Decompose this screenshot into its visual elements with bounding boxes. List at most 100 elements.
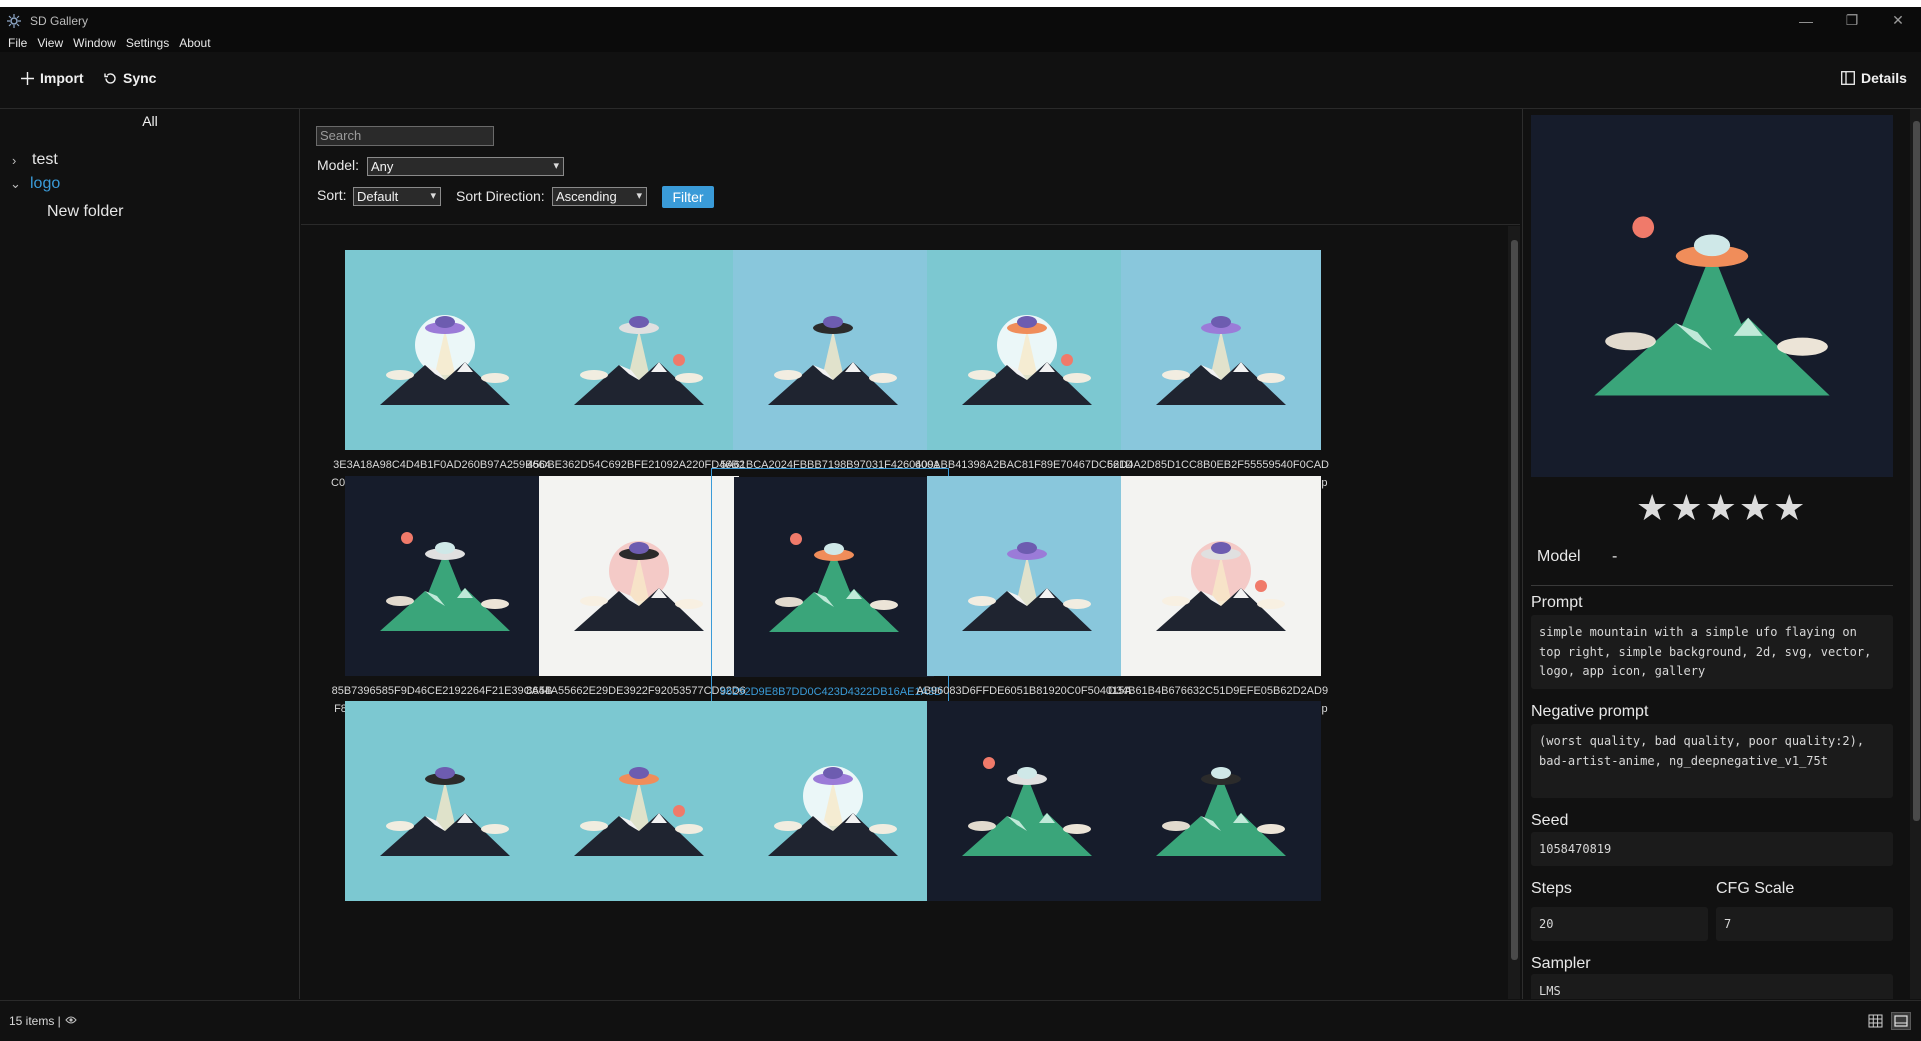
thumbnail-art [927,476,1127,676]
thumbnail-art [734,477,934,677]
thumbnail-image[interactable] [539,701,739,901]
menu-window[interactable]: Window [73,36,116,50]
refresh-icon [104,72,116,84]
cfg-scale-field[interactable]: 7 [1716,907,1893,941]
divider [1531,585,1893,586]
sync-button[interactable]: Sync [104,70,156,86]
negative-prompt-label: Negative prompt [1531,703,1649,720]
search-input[interactable]: Search [316,126,494,146]
prompt-label: Prompt [1531,594,1583,611]
seed-label: Seed [1531,812,1569,829]
folder-label: test [32,151,58,168]
sampler-field[interactable]: LMS [1531,974,1893,999]
steps-field[interactable]: 20 [1531,907,1708,941]
thumbnail-image[interactable] [927,476,1127,676]
negative-prompt-field[interactable]: (worst quality, bad quality, poor qualit… [1531,724,1893,798]
thumbnail-image[interactable] [927,250,1127,450]
details-toggle-button[interactable]: Details [1841,70,1907,86]
app-window: SD Gallery — ❐ ✕ File View Window Settin… [0,0,1921,1041]
model-label: Model [1537,548,1581,565]
plus-icon [21,71,34,85]
thumbnail-art [927,701,1127,901]
sampler-label: Sampler [1531,955,1591,972]
window-controls: — ❐ ✕ [1783,7,1921,34]
thumbnail-image[interactable] [1121,250,1321,450]
eye-icon[interactable] [65,1015,77,1025]
title-bar: SD Gallery — ❐ ✕ [0,7,1921,34]
thumbnail-art [733,701,933,901]
thumbnail-image[interactable] [733,250,933,450]
details-panel: ★★★★★ Model - Prompt simple mountain wit… [1522,109,1921,999]
prompt-field[interactable]: simple mountain with a simple ufo flayin… [1531,615,1893,689]
thumbnail-art [539,476,739,676]
import-button[interactable]: Import [21,70,84,86]
restore-button[interactable]: ❐ [1829,7,1875,34]
details-scroll-thumb[interactable] [1913,121,1920,821]
thumbnail-art [345,476,545,676]
menu-settings[interactable]: Settings [126,36,169,50]
chevron-down-icon[interactable]: ⌄ [10,176,21,192]
folder-all[interactable]: All [0,113,300,129]
thumbnail-art [345,701,545,901]
thumbnail-image[interactable] [1121,701,1321,901]
sync-label: Sync [123,70,157,86]
thumbnail-image[interactable] [345,250,545,450]
sort-select-value: Default [357,189,399,204]
details-label: Details [1861,70,1907,86]
panel-icon [1841,71,1855,85]
thumbnail-art [539,250,739,450]
chevron-down-icon: ▾ [636,190,642,202]
seed-field[interactable]: 1058470819 [1531,832,1893,866]
gallery-scroll-thumb[interactable] [1511,240,1518,960]
thumbnail-image[interactable] [734,477,934,677]
details-view-icon[interactable] [1891,1012,1911,1030]
folder-new-folder[interactable]: New folder [47,203,123,221]
grid-view-icon[interactable] [1868,1014,1883,1028]
model-filter-label: Model: [317,157,360,173]
sort-label: Sort: [317,187,347,203]
menu-bar: File View Window Settings About [0,34,1921,52]
thumbnail-art [927,250,1127,450]
app-logo-icon [7,13,21,28]
folder-label: logo [30,175,61,192]
chevron-down-icon: ▾ [430,190,436,202]
gallery-tile[interactable] [1099,693,1337,969]
top-edge [0,0,1921,7]
folder-logo[interactable]: ⌄ logo [10,175,60,193]
filter-bar: Search Model: Any ▾ Sort: Default ▾ Sort… [301,109,1520,225]
thumbnail-image[interactable] [345,701,545,901]
thumbnail-art [1531,115,1893,477]
details-scrollbar[interactable] [1910,109,1921,999]
thumbnail-art [345,250,545,450]
toolbar: Import Sync Details [0,52,1921,109]
minimize-button[interactable]: — [1783,7,1829,34]
image-gallery: 3E3A18A98C4D4B1F0AD260B97A259B664C083981… [301,226,1520,999]
thumbnail-image[interactable] [927,701,1127,901]
thumbnail-art [1121,701,1321,901]
folder-test[interactable]: › test [12,151,58,169]
model-value: - [1612,548,1618,565]
chevron-down-icon: ▾ [553,160,559,172]
folder-sidebar: All › test ⌄ logo New folder [0,109,300,999]
model-select[interactable]: Any ▾ [367,157,564,176]
thumbnail-image[interactable] [345,476,545,676]
thumbnail-image[interactable] [539,476,739,676]
filter-button[interactable]: Filter [662,186,714,208]
thumbnail-image[interactable] [539,250,739,450]
gallery-scrollbar[interactable] [1508,226,1520,999]
sort-direction-value: Ascending [556,189,617,204]
menu-file[interactable]: File [8,36,27,50]
thumbnail-image[interactable] [733,701,933,901]
thumbnail-image[interactable] [1121,476,1321,676]
menu-about[interactable]: About [179,36,210,50]
thumbnail-art [733,250,933,450]
rating-stars[interactable]: ★★★★★ [1636,487,1807,529]
chevron-right-icon[interactable]: › [12,153,22,168]
cfg-scale-label: CFG Scale [1716,880,1795,897]
sort-direction-select[interactable]: Ascending ▾ [552,187,647,206]
close-button[interactable]: ✕ [1875,7,1921,34]
sort-select[interactable]: Default ▾ [353,187,441,206]
thumbnail-art [1121,476,1321,676]
menu-view[interactable]: View [37,36,63,50]
import-label: Import [40,70,84,86]
